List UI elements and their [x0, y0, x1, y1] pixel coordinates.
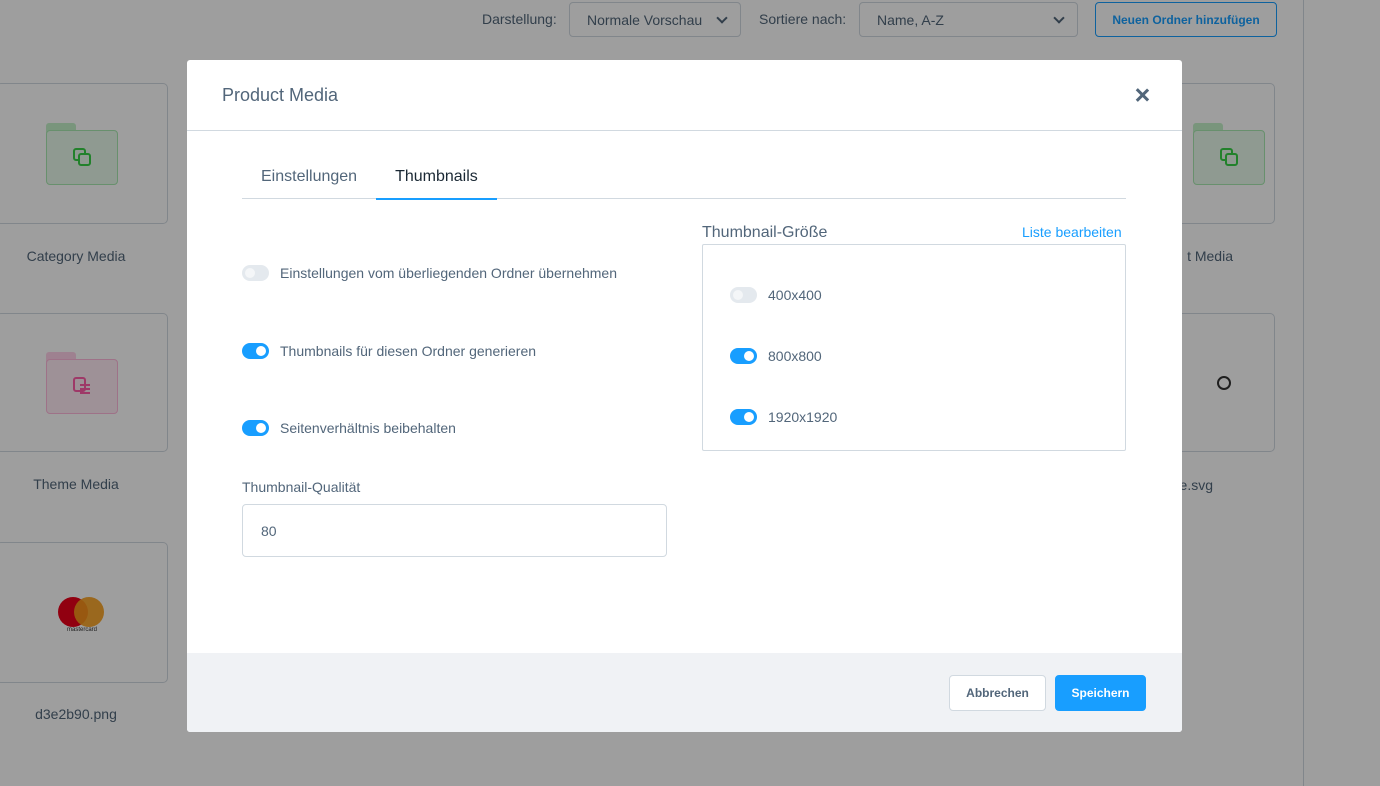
generate-thumbnails-toggle[interactable]	[242, 343, 269, 359]
tab-einstellungen[interactable]: Einstellungen	[242, 155, 376, 199]
size-400-label: 400x400	[768, 287, 822, 303]
thumbnail-quality-input[interactable]	[242, 504, 667, 557]
tab-thumbnails[interactable]: Thumbnails	[376, 155, 497, 200]
modal-header: Product Media	[187, 60, 1182, 131]
generate-thumbnails-label: Thumbnails für diesen Ordner generieren	[280, 343, 537, 359]
modal-footer: Abbrechen Speichern	[187, 653, 1182, 732]
inherit-settings-toggle[interactable]	[242, 265, 269, 281]
modal-title: Product Media	[222, 84, 339, 105]
keep-aspect-ratio-row: Seitenverhältnis beibehalten	[242, 420, 456, 436]
edit-list-link[interactable]: Liste bearbeiten	[1022, 224, 1122, 240]
inherit-settings-row: Einstellungen vom überliegenden Ordner ü…	[242, 265, 617, 281]
product-media-modal: Product Media Einstellungen Thumbnails E…	[187, 60, 1182, 732]
size-row-400: 400x400	[730, 287, 822, 303]
thumbnail-quality-label: Thumbnail-Qualität	[242, 479, 361, 495]
generate-thumbnails-row: Thumbnails für diesen Ordner generieren	[242, 343, 536, 359]
size-row-800: 800x800	[730, 348, 822, 364]
size-1920-label: 1920x1920	[768, 409, 838, 425]
thumbnail-size-list: 400x400 800x800 1920x1920	[702, 244, 1126, 451]
cancel-button[interactable]: Abbrechen	[949, 675, 1046, 711]
inherit-settings-label: Einstellungen vom überliegenden Ordner ü…	[280, 265, 617, 281]
size-row-1920: 1920x1920	[730, 409, 837, 425]
size-800-label: 800x800	[768, 348, 822, 364]
size-400-toggle[interactable]	[730, 287, 757, 303]
size-1920-toggle[interactable]	[730, 409, 757, 425]
thumbnail-size-title: Thumbnail-Größe	[702, 224, 828, 241]
close-icon[interactable]	[1135, 88, 1149, 102]
keep-aspect-ratio-toggle[interactable]	[242, 420, 269, 436]
save-button[interactable]: Speichern	[1055, 675, 1146, 711]
size-800-toggle[interactable]	[730, 348, 757, 364]
keep-aspect-ratio-label: Seitenverhältnis beibehalten	[280, 420, 456, 436]
modal-tabs: Einstellungen Thumbnails	[242, 155, 1126, 200]
